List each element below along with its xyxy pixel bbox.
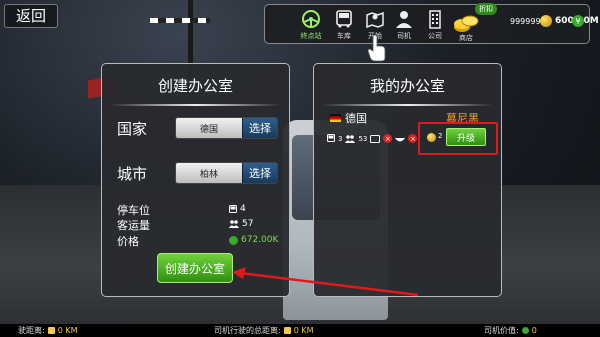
km-icon bbox=[283, 327, 291, 334]
city-select-button[interactable]: 选择 bbox=[242, 163, 277, 183]
parking-value: 4 bbox=[229, 204, 246, 214]
country-select-button[interactable]: 选择 bbox=[242, 118, 277, 138]
office-stats-row: 3 53 × × bbox=[327, 134, 418, 143]
nav-terminal-label: 终点站 bbox=[300, 32, 322, 40]
panel-divider bbox=[110, 104, 281, 106]
distance-stat: 驶距离: 0 KM bbox=[18, 325, 77, 336]
passenger-value: 57 bbox=[229, 219, 253, 229]
country-value: 德国 bbox=[176, 118, 242, 138]
total-distance-stat: 司机行驶的总距离: 0 KM bbox=[214, 325, 313, 336]
shop-coins-icon[interactable] bbox=[453, 12, 479, 34]
driver-value-label: 司机价值: bbox=[484, 326, 519, 335]
upgrade-cost: 2 bbox=[438, 132, 443, 140]
price-value: 672.00K bbox=[229, 235, 278, 245]
nav-garage-label: 车库 bbox=[337, 32, 351, 40]
pointer-hand-icon bbox=[367, 34, 386, 62]
driver-value-value: 0 bbox=[531, 326, 537, 335]
red-arrow-annotation bbox=[232, 267, 419, 297]
driver-icon bbox=[393, 8, 415, 30]
barrier-stripe bbox=[150, 18, 210, 23]
upgrade-button[interactable]: 升级 bbox=[446, 128, 486, 146]
nav-driver-label: 司机 bbox=[397, 32, 411, 40]
my-office-title: 我的办公室 bbox=[369, 77, 445, 95]
parking-value-text: 4 bbox=[240, 204, 246, 214]
nav-company[interactable]: 公司 bbox=[419, 8, 451, 41]
money-coin-icon bbox=[540, 15, 552, 27]
office-country-text: 德国 bbox=[345, 112, 367, 125]
svg-text:¥: ¥ bbox=[575, 17, 580, 26]
total-distance-value: 0 KM bbox=[293, 326, 314, 335]
ticket-icon bbox=[370, 134, 381, 143]
my-office-panel: 我的办公室 bbox=[313, 63, 502, 297]
city-label: 城市 bbox=[117, 165, 148, 183]
shop-label[interactable]: 商店 bbox=[459, 33, 473, 43]
money-small-icon bbox=[229, 235, 238, 245]
bus-small-icon bbox=[229, 204, 237, 213]
price-label: 价格 bbox=[117, 235, 139, 248]
total-distance-label: 司机行驶的总距离: bbox=[214, 326, 281, 335]
top-menu-bar: 终点站 车库 开始 司机 公司 折扣 商店 99999999 600.00M bbox=[264, 3, 599, 44]
back-button[interactable]: 返回 bbox=[4, 4, 58, 28]
create-office-button[interactable]: 创建办公室 bbox=[157, 253, 233, 283]
steering-wheel-icon bbox=[300, 8, 322, 30]
bus-icon bbox=[333, 8, 355, 30]
passenger-value-text: 57 bbox=[242, 219, 254, 229]
building-icon bbox=[424, 8, 446, 30]
office-country: 德国 bbox=[330, 110, 367, 126]
parking-label: 停车位 bbox=[117, 204, 150, 217]
country-label: 国家 bbox=[117, 120, 148, 138]
dollar-icon: ¥ bbox=[572, 15, 584, 27]
people-icon bbox=[345, 134, 356, 143]
driver-value-stat: 司机价值: 0 bbox=[484, 325, 537, 336]
nav-terminal[interactable]: 终点站 bbox=[295, 8, 327, 41]
nav-company-label: 公司 bbox=[428, 32, 442, 40]
panel-divider bbox=[322, 104, 493, 106]
country-selector: 德国 选择 bbox=[175, 117, 278, 139]
bus-small-icon bbox=[327, 134, 335, 142]
passenger-label: 客运量 bbox=[117, 219, 150, 232]
city-selector: 柏林 选择 bbox=[175, 162, 278, 184]
germany-flag-icon bbox=[330, 114, 341, 122]
create-office-title: 创建办公室 bbox=[157, 77, 233, 95]
money-small-icon bbox=[521, 327, 529, 334]
distance-value: 0 KM bbox=[57, 326, 78, 335]
upgrade-coin-icon bbox=[427, 133, 436, 142]
distance-label: 驶距离: bbox=[18, 326, 45, 335]
disabled-x-icon: × bbox=[408, 134, 418, 143]
office-bus-count: 3 bbox=[338, 134, 343, 143]
bottom-status-bar: 驶距离: 0 KM 司机行驶的总距离: 0 KM 司机价值: 0 bbox=[0, 324, 600, 337]
km-icon bbox=[47, 327, 55, 334]
disabled-x-icon: × bbox=[383, 134, 393, 143]
nav-garage[interactable]: 车库 bbox=[328, 8, 360, 41]
price-value-text: 672.00K bbox=[241, 235, 279, 245]
city-value: 柏林 bbox=[176, 163, 242, 183]
sale-badge: 折扣 bbox=[475, 3, 497, 15]
office-people-count: 53 bbox=[358, 134, 368, 143]
food-icon bbox=[395, 137, 406, 141]
people-icon bbox=[229, 220, 239, 228]
map-icon bbox=[364, 8, 386, 30]
nav-driver[interactable]: 司机 bbox=[388, 8, 420, 41]
